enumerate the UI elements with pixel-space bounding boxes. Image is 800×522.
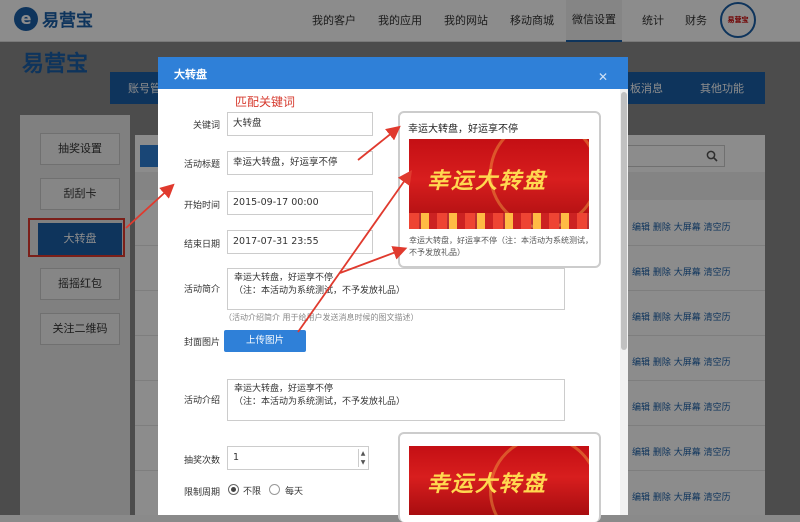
annotation-arrows <box>125 125 413 333</box>
arrow-summary-to-description <box>339 246 408 274</box>
arrow-title-to-preview-title <box>357 125 401 161</box>
arrow-sidebar-to-title <box>125 183 175 229</box>
